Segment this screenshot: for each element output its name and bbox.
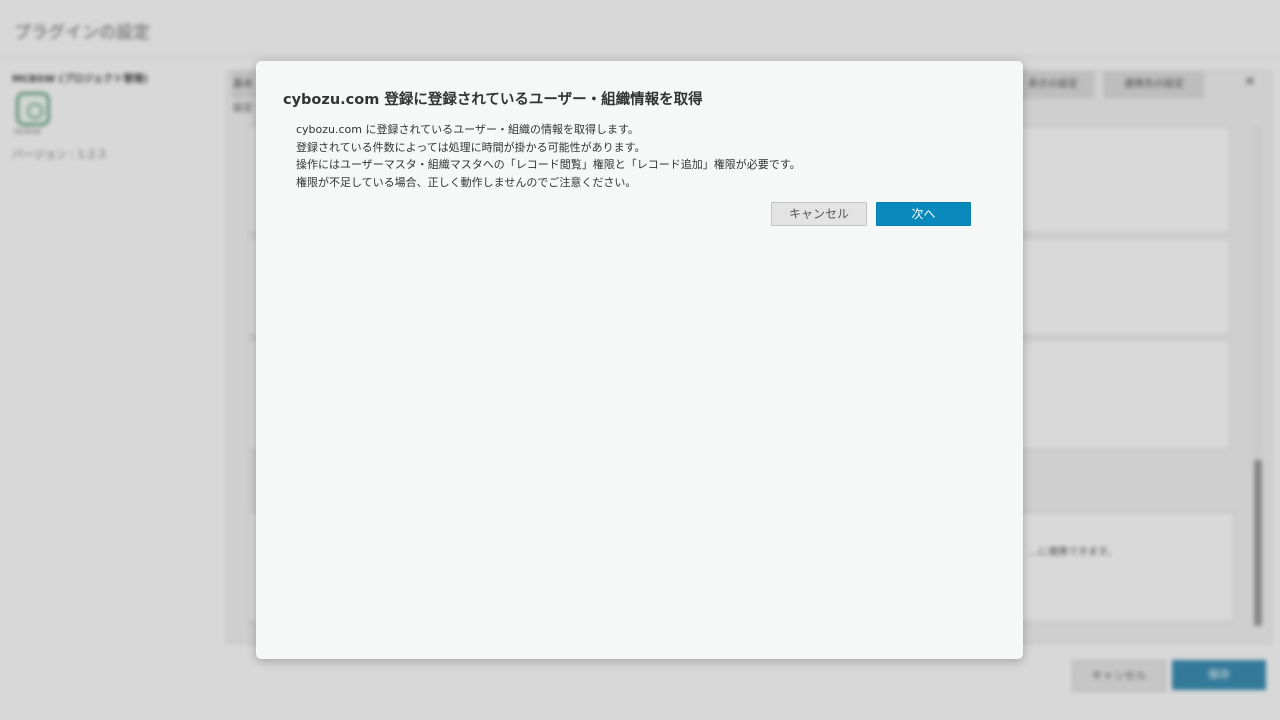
fetch-users-dialog: cybozu.com 登録に登録されているユーザー・組織情報を取得 cybozu… [256, 61, 1023, 659]
dialog-message: cybozu.com に登録されているユーザー・組織の情報を取得します。 登録さ… [296, 121, 996, 191]
dialog-message-line: 操作にはユーザーマスタ・組織マスタへの「レコード閲覧」権限と「レコード追加」権限… [296, 158, 801, 171]
dialog-title: cybozu.com 登録に登録されているユーザー・組織情報を取得 [283, 92, 703, 108]
dialog-message-line: 権限が不足している場合、正しく動作しませんのでご注意ください。 [296, 175, 637, 189]
dialog-message-line: cybozu.com に登録されているユーザー・組織の情報を取得します。 [296, 123, 639, 136]
cancel-button[interactable]: キャンセル [771, 202, 867, 226]
next-button[interactable]: 次へ [876, 202, 971, 226]
dialog-message-line: 登録されている件数によっては処理に時間が掛かる可能性があります。 [296, 140, 646, 154]
